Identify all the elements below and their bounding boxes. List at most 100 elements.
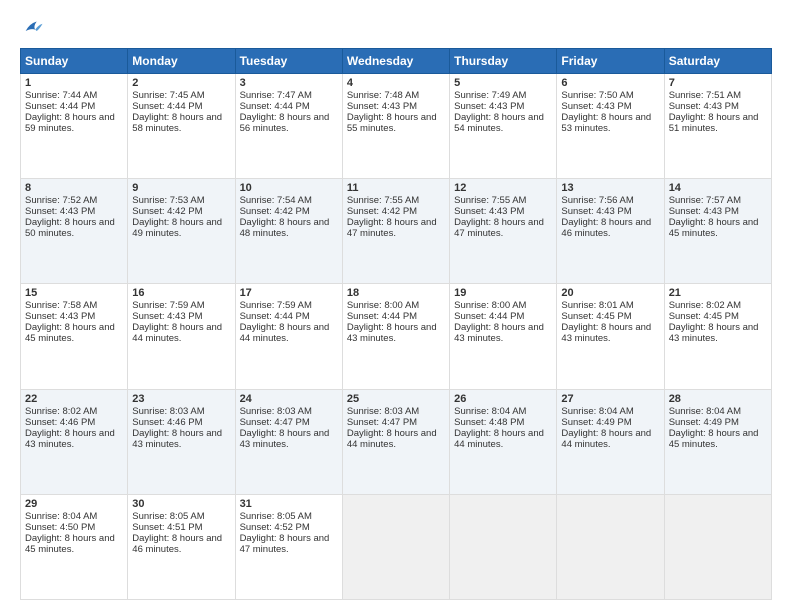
day-cell: 6Sunrise: 7:50 AMSunset: 4:43 PMDaylight… [557,74,664,179]
day-cell: 14Sunrise: 7:57 AMSunset: 4:43 PMDayligh… [664,179,771,284]
logo-bird-icon [22,16,44,38]
sunset: Sunset: 4:44 PM [240,101,310,112]
day-cell: 24Sunrise: 8:03 AMSunset: 4:47 PMDayligh… [235,389,342,494]
sunset: Sunset: 4:42 PM [347,206,417,217]
day-number: 26 [454,393,552,405]
daylight: Daylight: 8 hours and 44 minutes. [454,428,544,450]
sunrise: Sunrise: 7:48 AM [347,90,419,101]
sunrise: Sunrise: 8:02 AM [25,406,97,417]
day-cell [342,494,449,599]
day-cell: 9Sunrise: 7:53 AMSunset: 4:42 PMDaylight… [128,179,235,284]
sunrise: Sunrise: 8:05 AM [132,511,204,522]
sunrise: Sunrise: 7:47 AM [240,90,312,101]
day-number: 16 [132,287,230,299]
day-cell [450,494,557,599]
week-row-4: 22Sunrise: 8:02 AMSunset: 4:46 PMDayligh… [21,389,772,494]
day-cell: 11Sunrise: 7:55 AMSunset: 4:42 PMDayligh… [342,179,449,284]
day-number: 2 [132,77,230,89]
daylight: Daylight: 8 hours and 44 minutes. [240,322,330,344]
day-number: 17 [240,287,338,299]
sunset: Sunset: 4:48 PM [454,417,524,428]
sunrise: Sunrise: 8:01 AM [561,300,633,311]
sunrise: Sunrise: 7:59 AM [132,300,204,311]
daylight: Daylight: 8 hours and 50 minutes. [25,217,115,239]
daylight: Daylight: 8 hours and 48 minutes. [240,217,330,239]
sunrise: Sunrise: 8:05 AM [240,511,312,522]
day-number: 8 [25,182,123,194]
sunrise: Sunrise: 7:51 AM [669,90,741,101]
daylight: Daylight: 8 hours and 56 minutes. [240,112,330,134]
sunset: Sunset: 4:43 PM [669,101,739,112]
daylight: Daylight: 8 hours and 53 minutes. [561,112,651,134]
sunrise: Sunrise: 8:03 AM [240,406,312,417]
daylight: Daylight: 8 hours and 43 minutes. [132,428,222,450]
day-number: 30 [132,498,230,510]
day-cell: 2Sunrise: 7:45 AMSunset: 4:44 PMDaylight… [128,74,235,179]
sunrise: Sunrise: 7:56 AM [561,195,633,206]
week-row-3: 15Sunrise: 7:58 AMSunset: 4:43 PMDayligh… [21,284,772,389]
sunset: Sunset: 4:50 PM [25,522,95,533]
day-cell: 26Sunrise: 8:04 AMSunset: 4:48 PMDayligh… [450,389,557,494]
day-cell: 23Sunrise: 8:03 AMSunset: 4:46 PMDayligh… [128,389,235,494]
week-row-5: 29Sunrise: 8:04 AMSunset: 4:50 PMDayligh… [21,494,772,599]
sunrise: Sunrise: 8:04 AM [25,511,97,522]
day-cell: 31Sunrise: 8:05 AMSunset: 4:52 PMDayligh… [235,494,342,599]
day-number: 11 [347,182,445,194]
sunset: Sunset: 4:43 PM [25,206,95,217]
day-number: 31 [240,498,338,510]
day-number: 22 [25,393,123,405]
sunrise: Sunrise: 7:57 AM [669,195,741,206]
day-number: 27 [561,393,659,405]
day-cell: 18Sunrise: 8:00 AMSunset: 4:44 PMDayligh… [342,284,449,389]
sunset: Sunset: 4:45 PM [669,311,739,322]
daylight: Daylight: 8 hours and 43 minutes. [454,322,544,344]
sunset: Sunset: 4:42 PM [132,206,202,217]
day-cell: 20Sunrise: 8:01 AMSunset: 4:45 PMDayligh… [557,284,664,389]
sunset: Sunset: 4:52 PM [240,522,310,533]
sunset: Sunset: 4:43 PM [347,101,417,112]
sunrise: Sunrise: 7:44 AM [25,90,97,101]
day-cell: 7Sunrise: 7:51 AMSunset: 4:43 PMDaylight… [664,74,771,179]
sunset: Sunset: 4:43 PM [25,311,95,322]
sunset: Sunset: 4:42 PM [240,206,310,217]
day-number: 10 [240,182,338,194]
sunrise: Sunrise: 7:50 AM [561,90,633,101]
sunrise: Sunrise: 8:00 AM [454,300,526,311]
day-number: 3 [240,77,338,89]
sunset: Sunset: 4:49 PM [669,417,739,428]
day-number: 13 [561,182,659,194]
day-number: 28 [669,393,767,405]
daylight: Daylight: 8 hours and 43 minutes. [240,428,330,450]
header [20,16,772,38]
daylight: Daylight: 8 hours and 43 minutes. [561,322,651,344]
daylight: Daylight: 8 hours and 43 minutes. [347,322,437,344]
sunset: Sunset: 4:47 PM [240,417,310,428]
sunset: Sunset: 4:44 PM [347,311,417,322]
sunrise: Sunrise: 7:59 AM [240,300,312,311]
sunrise: Sunrise: 8:02 AM [669,300,741,311]
daylight: Daylight: 8 hours and 51 minutes. [669,112,759,134]
daylight: Daylight: 8 hours and 47 minutes. [240,533,330,555]
day-cell: 8Sunrise: 7:52 AMSunset: 4:43 PMDaylight… [21,179,128,284]
daylight: Daylight: 8 hours and 45 minutes. [669,428,759,450]
daylight: Daylight: 8 hours and 44 minutes. [561,428,651,450]
daylight: Daylight: 8 hours and 45 minutes. [669,217,759,239]
day-cell: 3Sunrise: 7:47 AMSunset: 4:44 PMDaylight… [235,74,342,179]
daylight: Daylight: 8 hours and 44 minutes. [347,428,437,450]
sunset: Sunset: 4:43 PM [561,206,631,217]
day-number: 20 [561,287,659,299]
day-header-friday: Friday [557,49,664,74]
day-number: 23 [132,393,230,405]
daylight: Daylight: 8 hours and 54 minutes. [454,112,544,134]
day-number: 14 [669,182,767,194]
sunrise: Sunrise: 8:04 AM [561,406,633,417]
sunset: Sunset: 4:49 PM [561,417,631,428]
day-cell: 27Sunrise: 8:04 AMSunset: 4:49 PMDayligh… [557,389,664,494]
day-header-sunday: Sunday [21,49,128,74]
sunset: Sunset: 4:46 PM [132,417,202,428]
day-header-monday: Monday [128,49,235,74]
day-cell [557,494,664,599]
day-header-tuesday: Tuesday [235,49,342,74]
day-cell: 28Sunrise: 8:04 AMSunset: 4:49 PMDayligh… [664,389,771,494]
day-number: 19 [454,287,552,299]
